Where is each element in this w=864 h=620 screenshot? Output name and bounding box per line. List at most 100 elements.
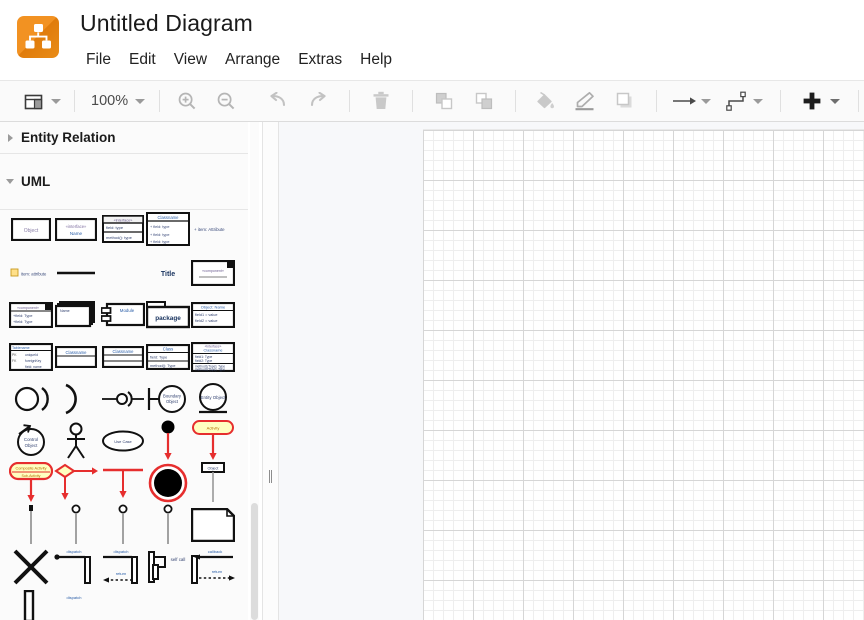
shape-uml-fork-merge[interactable]: [100, 464, 146, 502]
zoom-in-button[interactable]: [172, 86, 202, 116]
shape-uml-lifeline-3[interactable]: [100, 504, 146, 544]
shape-uml-object-name[interactable]: «interface» Name: [53, 210, 99, 248]
shape-uml-activation-bar[interactable]: [8, 590, 54, 620]
shape-uml-object-fields[interactable]: Object: Name field1 = value field2 = value: [190, 296, 236, 334]
zoom-out-button[interactable]: [211, 86, 241, 116]
to-back-button[interactable]: [469, 86, 499, 116]
svg-text:Title: Title: [161, 271, 175, 278]
shape-uml-component[interactable]: «component» +field: Type +field: Type: [8, 296, 54, 334]
svg-text:Module: Module: [120, 308, 135, 313]
shape-uml-object[interactable]: Object: [8, 210, 54, 248]
application-header: Untitled Diagram File Edit View Arrange …: [0, 0, 864, 80]
shape-uml-actor[interactable]: [53, 422, 99, 460]
shape-uml-package[interactable]: package: [145, 296, 191, 334]
shape-uml-callback[interactable]: callback return: [190, 548, 236, 586]
shape-uml-dispatch-1[interactable]: dispatch: [53, 548, 99, 586]
shape-uml-dispatch-return[interactable]: dispatch return: [100, 548, 146, 586]
svg-text:return: return: [212, 569, 222, 574]
menu-item-extras[interactable]: Extras: [289, 51, 351, 69]
sidebar-section-uml[interactable]: UML: [0, 154, 248, 210]
shape-uml-lifeline-2[interactable]: [53, 504, 99, 544]
trash-icon: [373, 91, 389, 109]
svg-text:Classname: Classname: [158, 215, 180, 220]
shape-uml-self-call[interactable]: self call: [145, 548, 191, 586]
menu-item-arrange[interactable]: Arrange: [216, 51, 289, 69]
menu-item-file[interactable]: File: [82, 51, 120, 69]
insert-caret[interactable]: [827, 86, 843, 116]
menu-item-help[interactable]: Help: [351, 51, 401, 69]
shape-uml-blank-2[interactable]: [145, 590, 191, 620]
shape-uml-destroy[interactable]: [8, 548, 54, 586]
zoom-level-label[interactable]: 100%: [87, 93, 132, 109]
shape-uml-activity[interactable]: Activity: [190, 420, 236, 460]
shape-uml-start-node[interactable]: [145, 420, 191, 460]
vertical-grip-icon[interactable]: [269, 470, 273, 483]
shape-uml-item-attribute[interactable]: + item: Attribute: [192, 210, 238, 248]
svg-text:«interface»: «interface»: [66, 224, 87, 229]
shape-uml-lifeline-4[interactable]: [145, 504, 191, 544]
toolbar-separator: [858, 90, 860, 112]
shape-uml-class-fields[interactable]: Class field: Type method(): Type: [145, 338, 191, 376]
shape-uml-blank-1[interactable]: [100, 590, 146, 620]
shape-uml-class-2[interactable]: «interface» field: type method(): type: [100, 210, 146, 248]
redo-button[interactable]: [303, 86, 333, 116]
shape-uml-end-node[interactable]: [145, 463, 191, 503]
shape-uml-control-object[interactable]: Control Object: [8, 422, 54, 460]
zoom-in-icon: [178, 92, 196, 110]
shape-uml-stack[interactable]: Name: [53, 296, 99, 334]
waypoints-caret[interactable]: [698, 86, 714, 116]
sidebar-splitter[interactable]: [262, 122, 279, 620]
view-layout-button[interactable]: [18, 86, 48, 116]
svg-text:Name: Name: [60, 309, 70, 313]
sidebar-scrollbar-thumb[interactable]: [251, 503, 258, 620]
shape-uml-spacer[interactable]: [100, 254, 146, 292]
svg-text:field2 = value: field2 = value: [195, 319, 217, 323]
shape-uml-composite-activity[interactable]: Composite Activity Sub-Activity: [8, 462, 54, 502]
palette-row: Composite Activity Sub-Activity Object: [0, 462, 248, 506]
menu-bar: File Edit View Arrange Extras Help: [82, 48, 401, 72]
shape-uml-found-message[interactable]: dispatch: [53, 590, 99, 620]
shape-uml-divider-line[interactable]: [53, 254, 99, 292]
diagram-canvas[interactable]: [423, 129, 864, 620]
shape-uml-blank-3[interactable]: [190, 590, 236, 620]
shape-uml-header-box-2[interactable]: Classname: [100, 338, 146, 376]
palette-row: Boundary Object Entity Object: [0, 380, 248, 422]
menu-item-edit[interactable]: Edit: [120, 51, 165, 69]
shape-uml-boundary-object[interactable]: Boundary Object: [145, 380, 191, 418]
svg-text:Composite Activity: Composite Activity: [15, 467, 46, 471]
svg-text:return: return: [116, 571, 126, 576]
shape-uml-component-box[interactable]: «component»: [190, 254, 236, 292]
svg-text:Name: Name: [70, 231, 83, 236]
shape-uml-provided-interface[interactable]: [8, 380, 54, 418]
shape-uml-note[interactable]: [190, 506, 236, 544]
undo-button[interactable]: [263, 86, 293, 116]
menu-item-view[interactable]: View: [165, 51, 216, 69]
shape-uml-module[interactable]: Module: [100, 296, 146, 334]
shape-uml-decision[interactable]: [53, 463, 99, 502]
shape-uml-table[interactable]: Tablename PK uniqueId FK foreignKey field: na…: [8, 338, 54, 376]
shape-uml-use-case[interactable]: Use Case: [100, 422, 146, 460]
svg-text:FK: FK: [12, 359, 17, 363]
shadow-button[interactable]: [610, 86, 640, 116]
view-layout-caret[interactable]: [48, 86, 64, 116]
zoom-level-caret[interactable]: [132, 86, 148, 116]
fill-color-button[interactable]: [530, 86, 560, 116]
sidebar-section-entity-relation[interactable]: Entity Relation: [0, 122, 248, 154]
waypoints-button[interactable]: [672, 86, 698, 116]
connection-button[interactable]: [726, 86, 750, 116]
shape-uml-lifeline-1[interactable]: [8, 505, 54, 544]
shape-uml-class-3[interactable]: Classname + field: type + field: type + fie…: [145, 210, 191, 248]
insert-button[interactable]: [797, 86, 827, 116]
to-front-button[interactable]: [429, 86, 459, 116]
delete-button[interactable]: [366, 86, 396, 116]
connection-caret[interactable]: [750, 86, 766, 116]
shape-uml-title-text[interactable]: Title: [145, 254, 191, 292]
line-color-button[interactable]: [570, 86, 600, 116]
shape-uml-item-row[interactable]: item: attribute: [8, 254, 54, 292]
shape-uml-entity-object[interactable]: Entity Object: [190, 380, 236, 418]
shape-uml-class-full[interactable]: «interface» Classname field1: Type field2: …: [190, 338, 236, 376]
shape-uml-header-box-1[interactable]: Classname: [53, 338, 99, 376]
shape-uml-assembly[interactable]: [100, 380, 146, 418]
shape-uml-required-interface[interactable]: [53, 380, 99, 418]
shape-uml-object-lifeline[interactable]: Object: [190, 462, 236, 502]
